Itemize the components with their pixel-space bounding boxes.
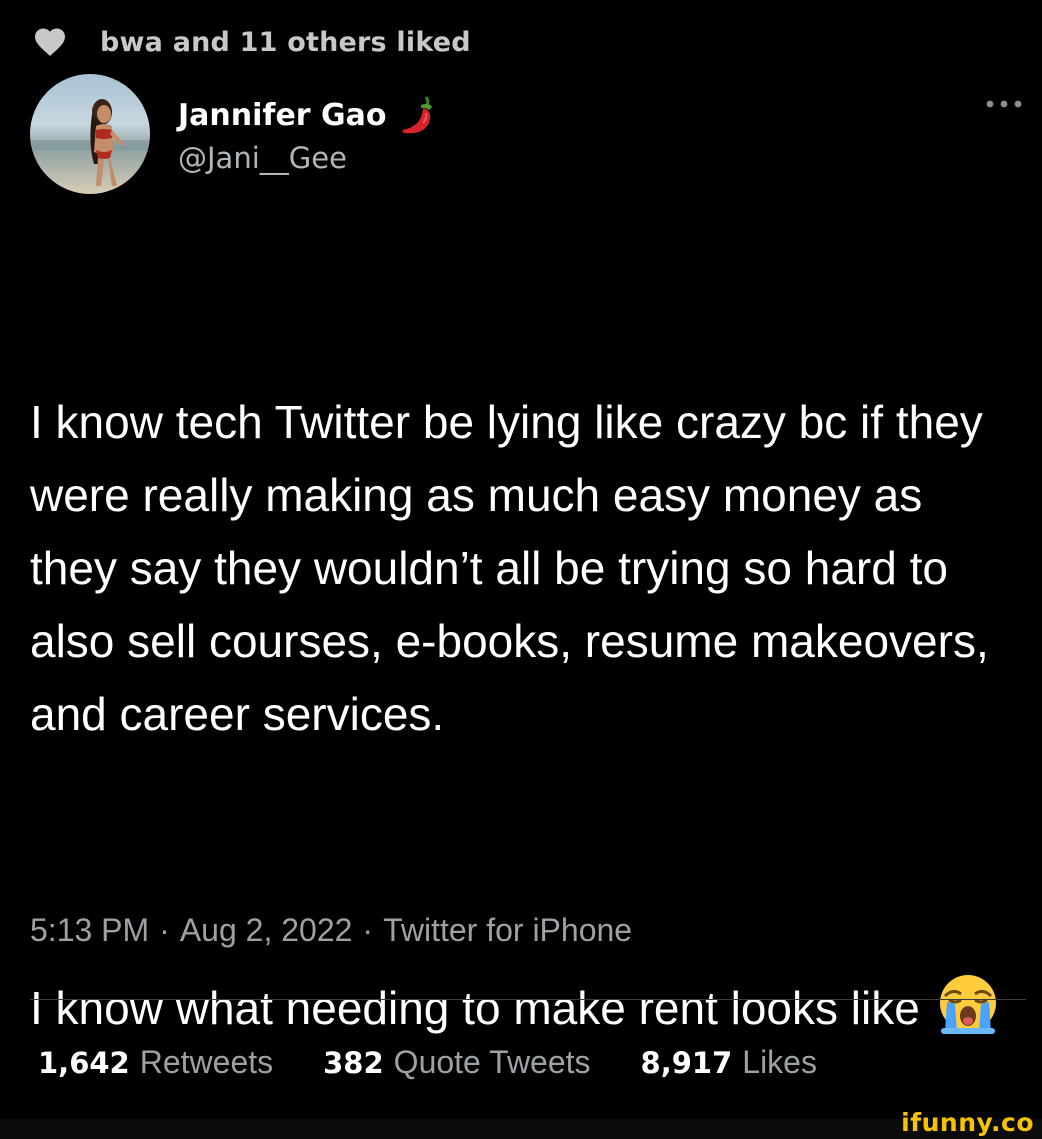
retweets-label: Retweets [139,1044,274,1080]
retweets-stat[interactable]: 1,642 Retweets [38,1044,273,1081]
tweet-source[interactable]: Twitter for iPhone [383,912,632,949]
author-names: Jannifer Gao @Jani__Gee [178,93,437,175]
liked-by-text: bwa and 11 others liked [100,26,471,58]
more-options-icon[interactable] [984,96,1024,112]
watermark-bar [0,1119,1042,1139]
tweet-metadata: 5:13 PM · Aug 2, 2022 · Twitter for iPho… [30,912,632,949]
chili-pepper-icon [399,93,437,137]
watermark: ifunny.co [901,1108,1034,1137]
engagement-stats: 1,642 Retweets 382 Quote Tweets 8,917 Li… [38,1044,867,1081]
display-name[interactable]: Jannifer Gao [178,98,387,133]
meta-separator: · [362,912,374,948]
tweet-paragraph-2-text: I know what needing to make rent looks l… [30,982,920,1034]
social-context[interactable]: bwa and 11 others liked [32,22,471,62]
quote-tweets-label: Quote Tweets [393,1044,591,1080]
likes-stat[interactable]: 8,917 Likes [641,1044,817,1081]
loudly-crying-face-icon [935,970,1001,1036]
likes-label: Likes [742,1044,817,1080]
quote-tweets-stat[interactable]: 382 Quote Tweets [323,1044,590,1081]
avatar[interactable] [30,74,150,194]
likes-count: 8,917 [640,1046,733,1080]
quote-tweets-count: 382 [323,1046,384,1080]
tweet-text: I know tech Twitter be lying like crazy … [30,240,1020,1118]
tweet-time[interactable]: 5:13 PM [30,912,149,949]
tweet-paragraph-1: I know tech Twitter be lying like crazy … [30,396,1002,740]
heart-icon [32,24,68,60]
author-handle[interactable]: @Jani__Gee [178,141,437,175]
meta-separator: · [159,912,170,948]
tweet-date[interactable]: Aug 2, 2022 [180,912,353,949]
tweet-paragraph-2: I know what needing to make rent looks l… [30,970,1020,1045]
retweets-count: 1,642 [38,1046,130,1080]
tweet-author[interactable]: Jannifer Gao @Jani__Gee [30,72,437,196]
display-name-row: Jannifer Gao [178,93,437,137]
divider [30,999,1026,1000]
